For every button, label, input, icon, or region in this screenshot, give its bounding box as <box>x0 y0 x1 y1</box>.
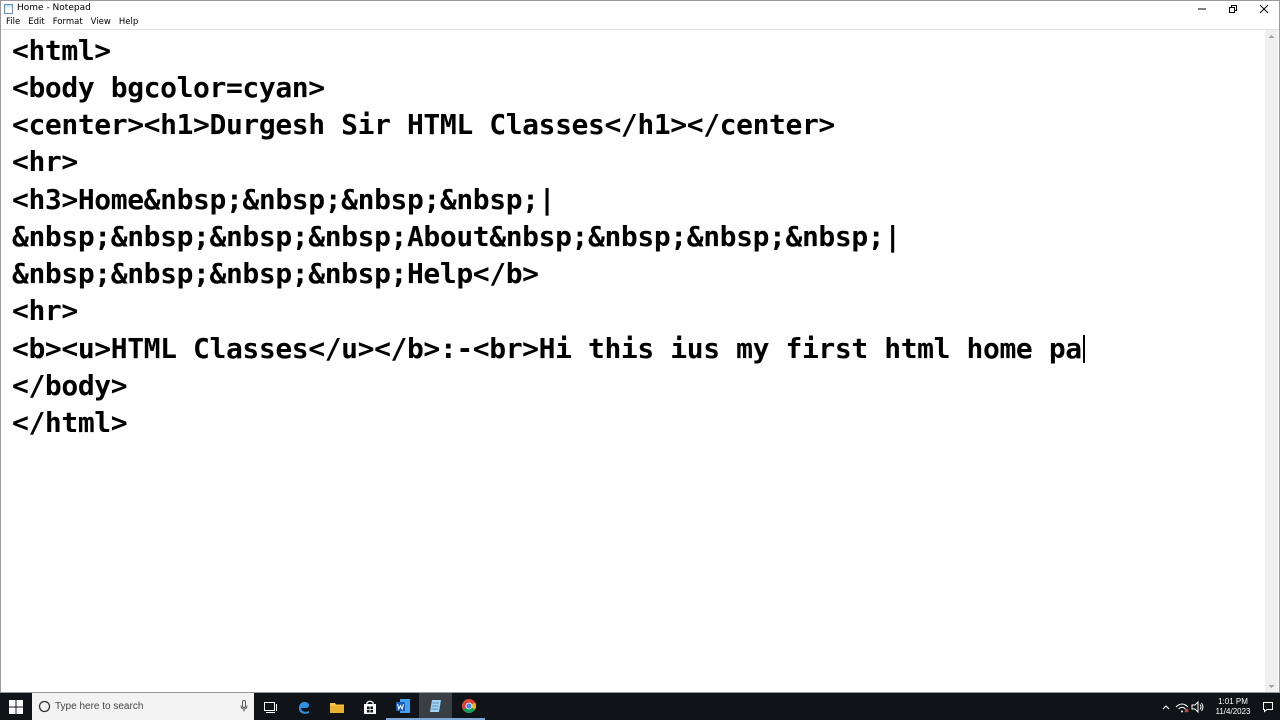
windows-logo-icon <box>9 699 23 714</box>
minimize-icon <box>1197 8 1206 9</box>
store-button[interactable] <box>353 693 386 720</box>
editor-line: <center><h1>Durgesh Sir HTML Classes</h1… <box>12 108 835 141</box>
text-caret <box>1082 335 1085 363</box>
taskbar: Type here to search <box>0 693 1280 720</box>
menu-format[interactable]: Format <box>50 16 86 29</box>
taskbar-search-box[interactable]: Type here to search <box>32 693 254 720</box>
taskbar-clock[interactable]: 1:01 PM 11/4/2023 <box>1210 697 1256 717</box>
editor-line: &nbsp;&nbsp;&nbsp;&nbsp;Help</b> <box>12 257 539 290</box>
chrome-button[interactable] <box>452 693 485 720</box>
restore-icon <box>1228 4 1237 13</box>
notepad-button[interactable] <box>419 693 452 720</box>
task-view-button[interactable] <box>254 693 287 720</box>
editor-line: <b><u>HTML Classes</u></b>:-<br>Hi this … <box>12 330 1085 367</box>
restore-button[interactable] <box>1217 1 1248 16</box>
chrome-icon <box>461 698 476 713</box>
text-editor[interactable]: <html> <body bgcolor=cyan> <center><h1>D… <box>1 30 1267 692</box>
editor-line: &nbsp;&nbsp;&nbsp;&nbsp;About&nbsp;&nbsp… <box>12 220 901 253</box>
file-explorer-button[interactable] <box>320 693 353 720</box>
scroll-down-icon[interactable] <box>1265 680 1278 693</box>
volume-button[interactable] <box>1190 693 1206 720</box>
notepad-icon <box>429 699 441 712</box>
file-explorer-icon <box>329 702 344 713</box>
close-icon <box>1259 4 1268 13</box>
edge-button[interactable] <box>287 693 320 720</box>
network-button[interactable] <box>1174 693 1190 720</box>
chevron-up-icon <box>1162 704 1170 709</box>
title-bar[interactable]: Home - Notepad <box>1 1 1279 16</box>
store-icon <box>363 700 376 714</box>
start-button[interactable] <box>0 693 32 720</box>
clock-time: 1:01 PM <box>1218 696 1248 706</box>
vertical-scrollbar[interactable] <box>1265 30 1278 693</box>
window-title: Home - Notepad <box>17 3 91 13</box>
word-button[interactable] <box>386 693 419 720</box>
notepad-app-icon[interactable] <box>4 3 13 14</box>
editor-line: <hr> <box>12 145 78 178</box>
editor-line: <h3>Home&nbsp;&nbsp;&nbsp;&nbsp;| <box>12 183 556 216</box>
task-view-icon <box>263 701 277 713</box>
menu-view[interactable]: View <box>88 16 114 29</box>
word-icon <box>395 698 410 713</box>
menu-file[interactable]: File <box>3 16 23 29</box>
editor-line: </body> <box>12 369 128 402</box>
close-button[interactable] <box>1248 1 1279 16</box>
editor-line: <html> <box>12 34 111 67</box>
notepad-window: Home - Notepad File Edit Format View Hel… <box>0 0 1280 693</box>
clock-date: 11/4/2023 <box>1215 706 1251 716</box>
microphone-icon[interactable] <box>240 700 248 712</box>
action-center-button[interactable] <box>1256 693 1280 720</box>
menu-bar: File Edit Format View Help <box>1 16 1279 29</box>
network-icon <box>1175 703 1189 712</box>
system-tray: 1:01 PM 11/4/2023 <box>1158 693 1280 720</box>
menu-edit[interactable]: Edit <box>25 16 47 29</box>
show-hidden-icons-button[interactable] <box>1158 693 1174 720</box>
editor-line: <body bgcolor=cyan> <box>12 71 325 104</box>
editor-line: </html> <box>12 406 128 439</box>
edge-icon <box>298 701 309 714</box>
search-icon <box>38 700 51 713</box>
volume-icon <box>1191 700 1204 713</box>
scroll-up-icon[interactable] <box>1265 30 1278 43</box>
window-controls <box>1186 1 1279 16</box>
notification-icon <box>1263 701 1273 713</box>
menu-help[interactable]: Help <box>116 16 141 29</box>
editor-line: <hr> <box>12 294 78 327</box>
minimize-button[interactable] <box>1186 1 1217 16</box>
search-placeholder: Type here to search <box>55 701 144 712</box>
